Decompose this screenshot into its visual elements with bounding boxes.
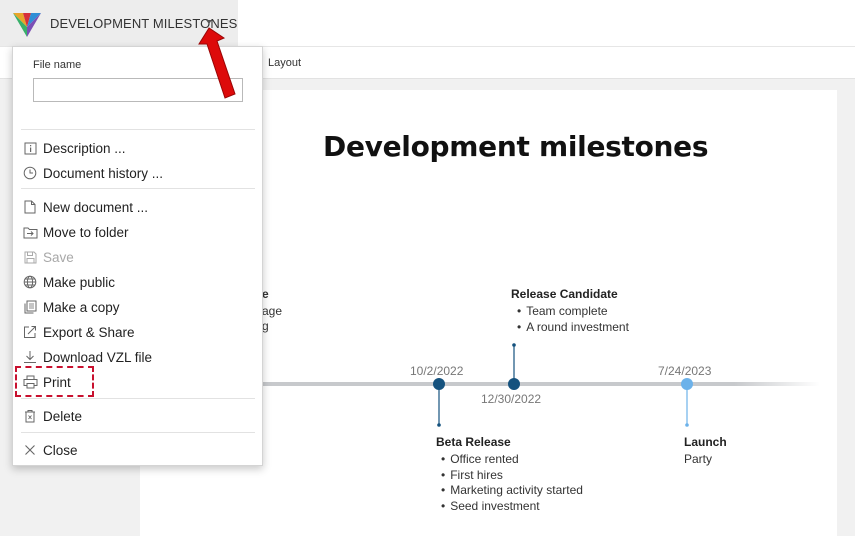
menu-item-label: Save — [43, 249, 74, 265]
download-icon — [22, 349, 38, 365]
menu-item-label: Description ... — [43, 140, 126, 156]
beta-end-dot — [437, 423, 441, 427]
menu-item-delete[interactable]: Delete — [21, 405, 255, 427]
document-menu: File name Description ... Document histo… — [12, 46, 263, 466]
top-app-bar: DEVELOPMENT MILESTONES — [0, 0, 855, 46]
milestone-date: 12/30/2022 — [481, 392, 542, 406]
globe-icon — [22, 274, 38, 290]
list-item: First hires — [441, 468, 583, 484]
list-item: A round investment — [517, 320, 629, 336]
save-icon — [22, 249, 38, 265]
list-item: Office rented — [441, 452, 583, 468]
menu-item-label: New document ... — [43, 199, 149, 215]
milestone-note: Party — [684, 452, 713, 466]
menu-item-label: Export & Share — [43, 324, 135, 340]
menu-item-description[interactable]: Description ... — [21, 137, 255, 159]
tab-layout[interactable]: Layout — [268, 57, 301, 69]
export-icon — [22, 324, 38, 340]
move-to-folder-icon — [22, 224, 38, 240]
file-name-label: File name — [33, 59, 82, 71]
red-arrow-annotation — [198, 27, 236, 99]
milestone-date: 10/2/2022 — [410, 364, 464, 378]
list-item: Team complete — [517, 304, 629, 320]
close-icon — [22, 442, 38, 458]
menu-item-make-public[interactable]: Make public — [21, 271, 255, 293]
menu-divider — [21, 432, 255, 433]
list-item: Marketing activity started — [441, 483, 583, 499]
print-highlight-box — [15, 366, 94, 397]
list-item: Seed investment — [441, 499, 583, 515]
new-document-icon — [22, 199, 38, 215]
clock-icon — [22, 165, 38, 181]
menu-item-label: Document history ... — [43, 165, 164, 181]
menu-item-close[interactable]: Close — [21, 439, 255, 461]
copy-icon — [22, 299, 38, 315]
timeline-axis — [250, 382, 820, 386]
menu-item-label: Make a copy — [43, 299, 120, 315]
chart-title: Development milestones — [323, 130, 709, 163]
milestone-title: Release Candidate — [511, 287, 618, 301]
vizzlo-logo-icon — [13, 13, 41, 37]
milestone-items: Office rented First hires Marketing acti… — [441, 452, 583, 514]
clipped-milestone-title: e — [262, 287, 269, 301]
clipped-milestone-line: age — [262, 304, 283, 318]
clipped-milestone-line: g — [262, 319, 269, 333]
launch-marker — [681, 378, 693, 390]
milestone-title: Beta Release — [436, 435, 511, 449]
menu-item-download-vzl[interactable]: Download VZL file — [21, 346, 255, 368]
beta-marker — [433, 378, 445, 390]
menu-item-move-to-folder[interactable]: Move to folder — [21, 221, 255, 243]
menu-item-label: Download VZL file — [43, 349, 153, 365]
menu-item-label: Close — [43, 442, 78, 458]
milestone-title: Launch — [684, 435, 727, 449]
menu-divider — [21, 398, 255, 399]
rc-marker — [508, 378, 520, 390]
trash-icon — [22, 408, 38, 424]
menu-item-save[interactable]: Save — [21, 246, 255, 268]
menu-divider — [21, 129, 255, 130]
menu-item-export-share[interactable]: Export & Share — [21, 321, 255, 343]
milestone-items: Team complete A round investment — [517, 304, 629, 335]
menu-divider — [21, 188, 255, 189]
info-icon — [22, 140, 38, 156]
menu-item-make-a-copy[interactable]: Make a copy — [21, 296, 255, 318]
launch-end-dot — [685, 423, 689, 427]
menu-item-document-history[interactable]: Document history ... — [21, 162, 255, 184]
rc-end-dot — [512, 343, 516, 347]
menu-item-new-document[interactable]: New document ... — [21, 196, 255, 218]
menu-item-label: Delete — [43, 408, 83, 424]
menu-item-label: Make public — [43, 274, 116, 290]
milestone-date: 7/24/2023 — [658, 364, 712, 378]
menu-item-label: Move to folder — [43, 224, 129, 240]
